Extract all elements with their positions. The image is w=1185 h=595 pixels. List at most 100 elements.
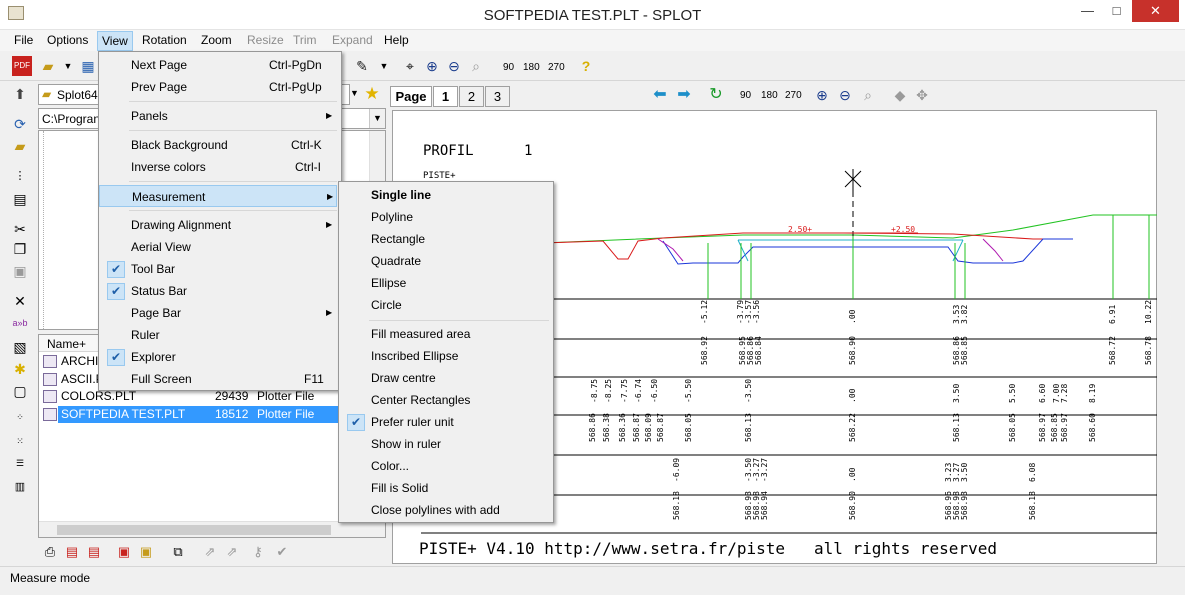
menu-item-show-in-ruler[interactable]: Show in ruler xyxy=(341,433,551,455)
menu-item-full-screen[interactable]: Full Screen F11 xyxy=(101,368,339,390)
menu-file[interactable]: File xyxy=(14,33,33,47)
viewer-zoom-out-icon[interactable]: ⊖ xyxy=(835,85,855,105)
menu-item-black-background[interactable]: Black Background Ctrl-K xyxy=(101,134,339,156)
viewer-zoom-in-icon[interactable]: ⊕ xyxy=(812,85,832,105)
menu-item-prev-page[interactable]: Prev Page Ctrl-PgUp xyxy=(101,76,339,98)
print-icon[interactable]: ⎙ xyxy=(40,542,60,562)
pdf-icon[interactable]: PDF xyxy=(12,56,32,76)
rotate-90-button[interactable]: 90 xyxy=(503,62,514,73)
menu-help[interactable]: Help xyxy=(384,33,409,47)
pdf-export-icon[interactable]: ▤ xyxy=(62,542,82,562)
menu-item-drawing-alignment[interactable]: Drawing Alignment ▶ xyxy=(101,214,339,236)
viewer-rotate-90[interactable]: 90 xyxy=(740,90,751,101)
menu-item-quadrate[interactable]: Quadrate xyxy=(341,250,551,272)
zoom-fit-icon[interactable]: ⌕ xyxy=(466,56,486,76)
list-horizontal-scrollbar[interactable] xyxy=(39,521,385,537)
send-icon[interactable]: ⇗ xyxy=(200,542,220,562)
key-icon[interactable]: ⚷ xyxy=(248,542,268,562)
save-icon[interactable]: ▣ xyxy=(136,542,156,562)
copy-icon[interactable]: ❐ xyxy=(10,239,30,259)
list-item-selected[interactable]: SOFTPEDIA TEST.PLT 18512 Plotter File xyxy=(41,406,343,423)
tree-icon[interactable]: ⋮ xyxy=(10,166,30,186)
arrow-right-icon[interactable]: ➡ xyxy=(674,85,694,105)
tab-page-3[interactable]: 3 xyxy=(485,86,510,107)
folder-back-icon[interactable]: ▰ xyxy=(10,136,30,156)
menu-item-close-polylines[interactable]: Close polylines with add xyxy=(341,499,551,521)
explorer-icon[interactable]: ▦ xyxy=(78,56,98,76)
menu-item-center-rectangles[interactable]: Center Rectangles xyxy=(341,389,551,411)
up-folder-icon[interactable]: ⬆ xyxy=(10,84,30,104)
print-preview-icon[interactable]: ▢ xyxy=(10,381,30,401)
viewer-rotate-270[interactable]: 270 xyxy=(785,90,802,101)
menu-item-rectangle[interactable]: Rectangle xyxy=(341,228,551,250)
settings-icon[interactable]: ✱ xyxy=(10,359,30,379)
menu-zoom[interactable]: Zoom xyxy=(201,33,232,47)
refresh-icon[interactable]: ⟳ xyxy=(10,114,30,134)
send-all-icon[interactable]: ⇗ xyxy=(222,542,242,562)
dropdown-arrow-icon-2[interactable]: ▼ xyxy=(374,56,394,76)
rename-icon[interactable]: a»b xyxy=(10,313,30,333)
details-view-icon[interactable]: ▥ xyxy=(10,477,30,497)
dropdown-arrow-icon[interactable]: ▼ xyxy=(58,56,78,76)
panel-icon[interactable]: ▤ xyxy=(10,189,30,209)
menu-rotation[interactable]: Rotation xyxy=(142,33,187,47)
help-icon[interactable]: ? xyxy=(576,56,596,76)
maximize-button[interactable]: □ xyxy=(1103,0,1130,22)
close-button[interactable]: ✕ xyxy=(1132,0,1179,22)
menu-item-prefer-ruler-unit[interactable]: ✔ Prefer ruler unit xyxy=(341,411,551,433)
reload-icon[interactable]: ↻ xyxy=(706,85,726,105)
small-icons-icon[interactable]: ⁙ xyxy=(10,431,30,451)
menu-item-tool-bar[interactable]: ✔ Tool Bar xyxy=(101,258,339,280)
center-icon[interactable]: ⌖ xyxy=(400,56,420,76)
tab-page-2[interactable]: 2 xyxy=(459,86,484,107)
favorite-star-icon[interactable]: ★ xyxy=(362,84,382,104)
menu-item-polyline[interactable]: Polyline xyxy=(341,206,551,228)
export-icon[interactable]: ▣ xyxy=(114,542,134,562)
check-icon[interactable]: ✔ xyxy=(272,542,292,562)
menu-item-measurement[interactable]: Measurement ▶ xyxy=(99,185,337,207)
list-view-icon[interactable]: ☰ xyxy=(10,453,30,473)
pdf-batch-icon[interactable]: ▤ xyxy=(84,542,104,562)
menu-item-ruler[interactable]: Ruler xyxy=(101,324,339,346)
menu-item-draw-centre[interactable]: Draw centre xyxy=(341,367,551,389)
paste-icon[interactable]: ▣ xyxy=(10,261,30,281)
viewer-zoom-fit-icon[interactable]: ⌕ xyxy=(858,85,878,105)
menu-item-color[interactable]: Color... xyxy=(341,455,551,477)
menu-item-page-bar[interactable]: Page Bar ▶ xyxy=(101,302,339,324)
menu-expand[interactable]: Expand xyxy=(332,33,373,47)
ruler-pencil-icon[interactable]: ✎ xyxy=(352,56,372,76)
rotate-270-button[interactable]: 270 xyxy=(548,62,565,73)
delete-icon[interactable]: ✕ xyxy=(10,291,30,311)
menu-options[interactable]: Options xyxy=(47,33,88,47)
scrollbar-thumb[interactable] xyxy=(57,525,331,535)
menu-item-fill-measured-area[interactable]: Fill measured area xyxy=(341,323,551,345)
move-icon[interactable]: ✥ xyxy=(912,85,932,105)
menu-item-explorer[interactable]: ✔ Explorer xyxy=(101,346,339,368)
menu-view[interactable]: View xyxy=(97,31,133,51)
diamond-icon[interactable]: ◆ xyxy=(890,85,910,105)
cut-icon[interactable]: ✂ xyxy=(10,219,30,239)
zoom-out-icon[interactable]: ⊖ xyxy=(444,56,464,76)
menu-item-circle[interactable]: Circle xyxy=(341,294,551,316)
tab-page-1[interactable]: 1 xyxy=(433,86,458,107)
rotate-180-button[interactable]: 180 xyxy=(523,62,540,73)
viewer-rotate-180[interactable]: 180 xyxy=(761,90,778,101)
menu-resize[interactable]: Resize xyxy=(247,33,284,47)
properties-icon[interactable]: ▧ xyxy=(10,337,30,357)
menu-item-status-bar[interactable]: ✔ Status Bar xyxy=(101,280,339,302)
menu-item-single-line[interactable]: Single line xyxy=(341,184,551,206)
menu-trim[interactable]: Trim xyxy=(293,33,317,47)
menu-item-fill-is-solid[interactable]: Fill is Solid xyxy=(341,477,551,499)
chevron-down-icon[interactable]: ▼ xyxy=(369,109,385,128)
large-icons-icon[interactable]: ⁘ xyxy=(10,407,30,427)
column-name-header[interactable]: Name+ xyxy=(47,337,86,351)
minimize-button[interactable]: — xyxy=(1074,0,1101,22)
menu-item-next-page[interactable]: Next Page Ctrl-PgDn xyxy=(101,54,339,76)
menu-item-panels[interactable]: Panels ▶ xyxy=(101,105,339,127)
zoom-in-icon[interactable]: ⊕ xyxy=(422,56,442,76)
arrow-left-icon[interactable]: ⬅ xyxy=(650,85,670,105)
menu-item-inverse-colors[interactable]: Inverse colors Ctrl-I xyxy=(101,156,339,178)
open-folder-icon[interactable]: ▰ xyxy=(38,56,58,76)
menu-item-ellipse[interactable]: Ellipse xyxy=(341,272,551,294)
menu-item-aerial-view[interactable]: Aerial View xyxy=(101,236,339,258)
